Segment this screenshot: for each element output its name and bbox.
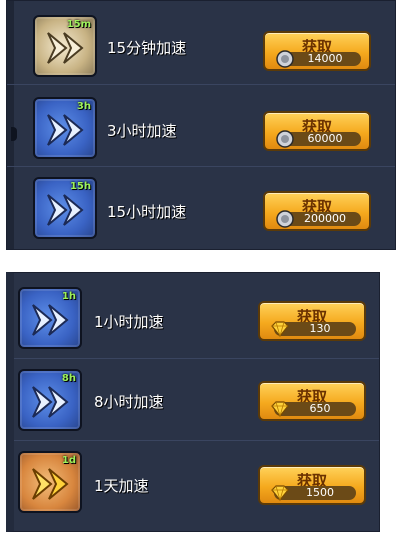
- price-value: 60000: [307, 132, 343, 145]
- get-button[interactable]: 获取 14000: [263, 31, 371, 71]
- speedup-item-icon: 8h: [18, 369, 82, 431]
- get-button[interactable]: 获取 1500: [258, 465, 366, 505]
- speedup-item-icon: 15m: [33, 15, 97, 77]
- gem-icon: [271, 485, 289, 502]
- price-value: 200000: [304, 212, 346, 225]
- coin-icon: [276, 50, 294, 68]
- speedup-item-icon: 1d: [18, 451, 82, 513]
- price-value: 650: [309, 402, 331, 415]
- duration-badge: 8h: [61, 373, 76, 384]
- speedup-item-icon: 1h: [18, 287, 82, 349]
- list-item: 1d 1天加速 获取 1500: [14, 445, 379, 525]
- price-value: 1500: [306, 486, 334, 499]
- speedup-arrows-icon: [32, 304, 68, 336]
- speedup-arrows-icon: [47, 32, 83, 64]
- gem-speedup-panel: 1h 1小时加速 获取 130 8h 8小时加速 获取 650 1d 1天加速 …: [6, 272, 380, 532]
- price-tag: 130: [271, 321, 356, 338]
- gem-icon: [271, 321, 289, 338]
- duration-badge: 1d: [61, 455, 76, 466]
- price-tag: 1500: [271, 485, 356, 502]
- speedup-arrows-icon: [32, 386, 68, 418]
- duration-badge: 3h: [76, 101, 91, 112]
- get-button[interactable]: 获取 650: [258, 381, 366, 421]
- price-tag: 200000: [276, 210, 361, 228]
- speedup-item-icon: 3h: [33, 97, 97, 159]
- item-title: 1小时加速: [94, 313, 164, 331]
- price-value: 130: [309, 322, 331, 335]
- item-title: 8小时加速: [94, 393, 164, 411]
- get-button[interactable]: 获取 200000: [263, 191, 371, 231]
- list-item: 15h 15小时加速 获取 200000: [7, 169, 395, 249]
- item-title: 15分钟加速: [107, 39, 187, 57]
- get-button[interactable]: 获取 130: [258, 301, 366, 341]
- list-item: 8h 8小时加速 获取 650: [14, 361, 379, 441]
- get-button[interactable]: 获取 60000: [263, 111, 371, 151]
- speedup-arrows-icon: [47, 194, 83, 226]
- list-item: 1h 1小时加速 获取 130: [14, 279, 379, 359]
- speedup-arrows-icon: [47, 114, 83, 146]
- list-item: 15m 15分钟加速 获取 14000: [7, 5, 395, 85]
- price-tag: 14000: [276, 50, 361, 68]
- list-item: 3h 3小时加速 获取 60000: [7, 87, 395, 167]
- speedup-item-icon: 15h: [33, 177, 97, 239]
- coin-speedup-panel: 15m 15分钟加速 获取 14000 3h 3小时加速 获取 60000 15…: [6, 0, 396, 250]
- duration-badge: 1h: [61, 291, 76, 302]
- price-value: 14000: [307, 52, 343, 65]
- coin-icon: [276, 130, 294, 148]
- coin-icon: [276, 210, 294, 228]
- item-title: 15小时加速: [107, 203, 187, 221]
- duration-badge: 15h: [69, 181, 91, 192]
- price-tag: 650: [271, 401, 356, 418]
- gem-icon: [271, 401, 289, 418]
- item-title: 1天加速: [94, 477, 149, 495]
- speedup-arrows-icon: [32, 468, 68, 500]
- duration-badge: 15m: [66, 19, 91, 30]
- item-title: 3小时加速: [107, 122, 177, 140]
- price-tag: 60000: [276, 130, 361, 148]
